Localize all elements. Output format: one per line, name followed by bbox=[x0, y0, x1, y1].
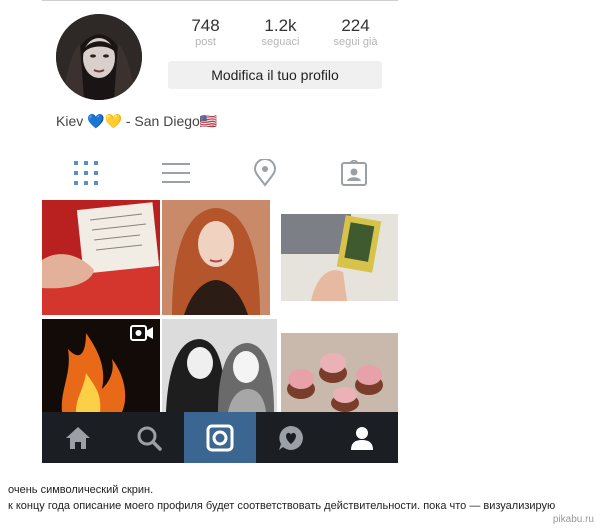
nav-search[interactable] bbox=[113, 412, 184, 463]
photo-thumbnail[interactable] bbox=[162, 200, 270, 315]
photo-thumbnail[interactable] bbox=[42, 200, 160, 315]
photo-thumbnail[interactable] bbox=[281, 214, 398, 301]
tagged-photos-icon bbox=[341, 160, 367, 186]
stat-following[interactable]: 224 segui già bbox=[318, 16, 393, 49]
watermark: pikabu.ru bbox=[552, 514, 594, 525]
profile-view-tabs bbox=[42, 155, 398, 191]
bottom-navigation bbox=[42, 412, 398, 463]
photo-thumbnail[interactable] bbox=[281, 333, 398, 412]
location-pin-icon bbox=[253, 159, 277, 187]
stat-following-count: 224 bbox=[341, 16, 370, 35]
profile-screen: 748 post 1.2k seguaci 224 segui già Modi… bbox=[42, 0, 398, 463]
avatar[interactable] bbox=[56, 14, 142, 100]
list-icon bbox=[162, 163, 190, 183]
profile-icon bbox=[351, 426, 374, 450]
nav-camera[interactable] bbox=[184, 412, 256, 463]
stat-followers[interactable]: 1.2k seguaci bbox=[243, 16, 318, 49]
stat-followers-label: seguaci bbox=[261, 36, 300, 48]
nav-home[interactable] bbox=[42, 412, 113, 463]
profile-bio: Kiev 💙💛 - San Diego🇺🇸 bbox=[56, 113, 218, 129]
heart-bubble-icon bbox=[279, 425, 304, 450]
search-icon bbox=[137, 426, 162, 451]
caption-line-2: к концу года описание моего профиля буде… bbox=[8, 500, 556, 512]
video-thumbnail[interactable] bbox=[42, 319, 160, 412]
top-divider bbox=[42, 0, 398, 1]
camera-icon bbox=[206, 424, 234, 451]
stat-followers-count: 1.2k bbox=[264, 16, 297, 35]
profile-stats: 748 post 1.2k seguaci 224 segui già bbox=[168, 16, 393, 49]
home-icon bbox=[65, 426, 90, 449]
nav-activity[interactable] bbox=[256, 412, 327, 463]
video-camera-icon bbox=[130, 325, 153, 341]
photo-thumbnail[interactable] bbox=[162, 319, 277, 412]
tab-tagged[interactable] bbox=[332, 155, 376, 191]
stat-following-label: segui già bbox=[333, 36, 378, 48]
tab-location[interactable] bbox=[243, 155, 287, 191]
caption-line-1: очень символический скрин. bbox=[8, 484, 154, 496]
stat-posts-count: 748 bbox=[191, 16, 220, 35]
edit-profile-button[interactable]: Modifica il tuo profilo bbox=[168, 61, 382, 89]
tab-grid[interactable] bbox=[64, 155, 108, 191]
stat-posts[interactable]: 748 post bbox=[168, 16, 243, 49]
stat-posts-label: post bbox=[195, 36, 216, 48]
nav-profile[interactable] bbox=[327, 412, 398, 463]
tab-list[interactable] bbox=[154, 155, 198, 191]
grid-icon bbox=[74, 161, 98, 185]
